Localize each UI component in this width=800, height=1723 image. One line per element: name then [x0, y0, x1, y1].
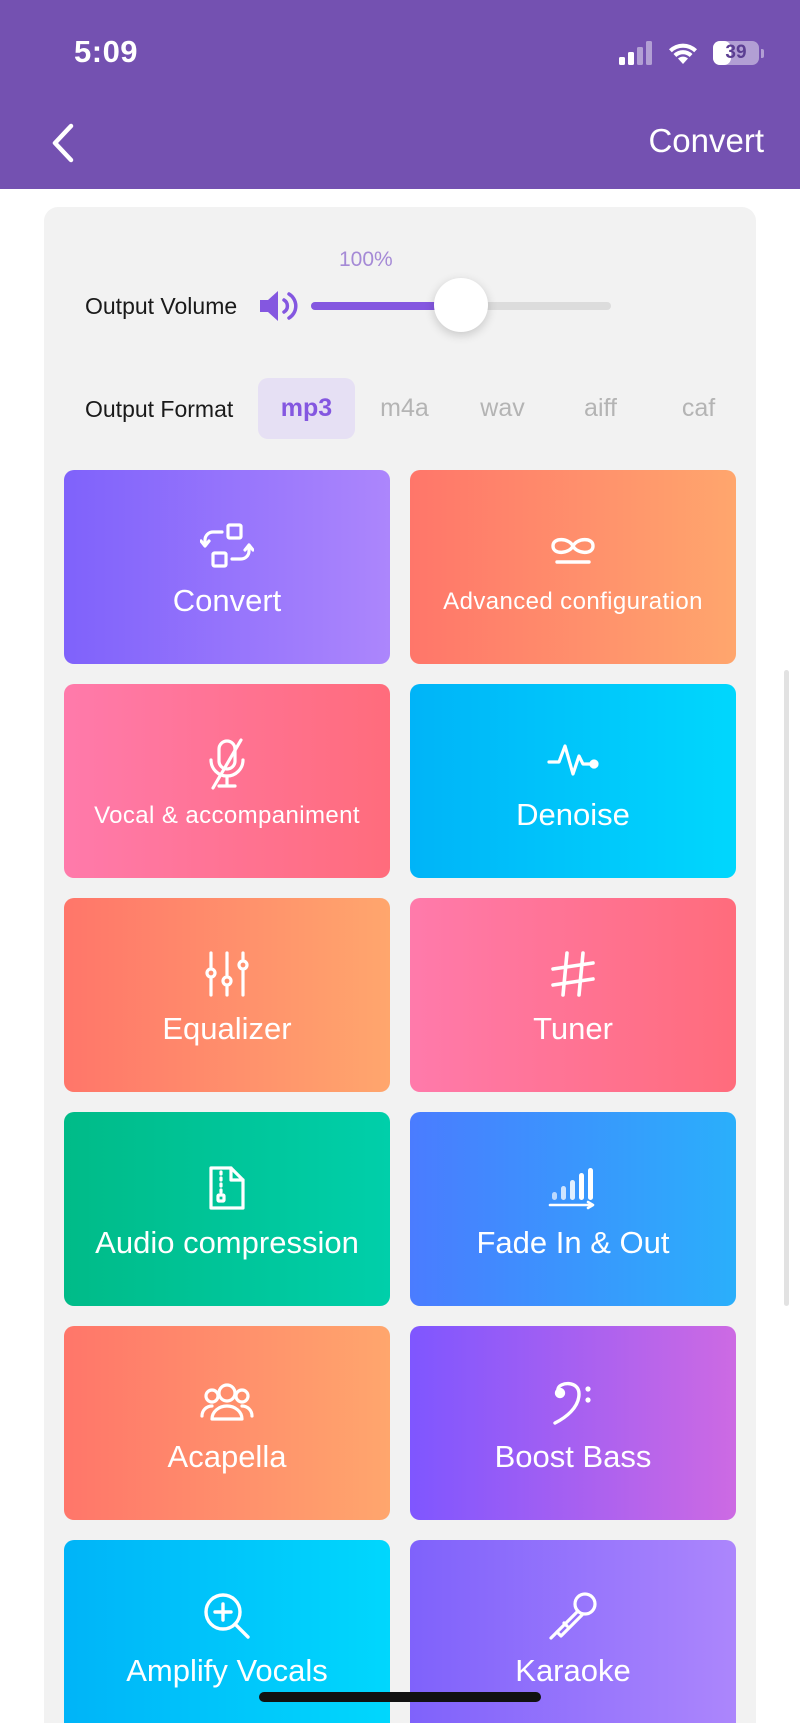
sliders-icon [205, 951, 249, 997]
infinity-icon [551, 537, 595, 564]
tool-tuner[interactable]: Tuner [410, 898, 736, 1092]
tool-acapella[interactable]: Acapella [64, 1326, 390, 1520]
format-option-aiff[interactable]: aiff [552, 378, 649, 439]
output-format-label: Output Format [85, 396, 234, 422]
tool-denoise[interactable]: Denoise [410, 684, 736, 878]
sharp-icon [551, 951, 595, 997]
cellular-signal-icon [619, 41, 652, 65]
tool-title: Audio compression [95, 1225, 359, 1260]
zip-file-icon [209, 1166, 245, 1210]
volume-slider[interactable] [311, 278, 611, 332]
format-option-caf[interactable]: caf [650, 378, 747, 439]
speaker-icon[interactable] [258, 288, 300, 324]
tool-equalizer[interactable]: Equalizer [64, 898, 390, 1092]
tool-title: Equalizer [162, 1011, 292, 1046]
status-time: 5:09 [74, 34, 139, 69]
tool-title: Boost Bass [494, 1439, 652, 1474]
header-bar: 5:09 39 Convert [0, 0, 800, 189]
battery-percent: 39 [725, 42, 747, 63]
battery-icon: 39 [713, 41, 759, 65]
tool-vocal-accompaniment[interactable]: Vocal & accompaniment [64, 684, 390, 878]
karaoke-mic-icon [549, 1592, 597, 1640]
battery-tip [761, 48, 764, 58]
tool-boost-bass[interactable]: Boost Bass [410, 1326, 736, 1520]
bars-icon [548, 1168, 595, 1210]
format-option-mp3[interactable]: mp3 [258, 378, 355, 439]
pulse-icon [547, 744, 599, 776]
mic-off-icon [209, 737, 245, 790]
status-icons: 39 [619, 38, 764, 68]
tool-title: Denoise [516, 797, 630, 832]
format-option-wav[interactable]: wav [454, 378, 551, 439]
tool-title: Karaoke [515, 1653, 631, 1688]
volume-percent: 100% [339, 248, 393, 271]
tool-title: Acapella [167, 1439, 287, 1474]
format-option-m4a[interactable]: m4a [356, 378, 453, 439]
back-button[interactable] [40, 116, 86, 170]
convert-header-button[interactable]: Convert [648, 122, 764, 160]
tool-title: Vocal & accompaniment [94, 801, 360, 829]
zoom-in-icon [204, 1593, 250, 1639]
convert-icon [200, 523, 254, 568]
tools-grid: Convert Advanced configuration Vocal & a… [64, 470, 736, 1723]
tool-title: Tuner [533, 1011, 613, 1046]
output-volume-label: Output Volume [85, 293, 238, 319]
app-screen: 5:09 39 Convert 100% Output Volume Outpu… [0, 0, 800, 1723]
group-icon [200, 1383, 254, 1421]
tool-fade-in-out[interactable]: Fade In & Out [410, 1112, 736, 1306]
chevron-left-icon [52, 123, 74, 163]
tool-convert[interactable]: Convert [64, 470, 390, 664]
volume-slider-thumb[interactable] [434, 278, 488, 332]
tool-advanced-configuration[interactable]: Advanced configuration [410, 470, 736, 664]
format-selector: mp3 m4a wav aiff caf [258, 378, 748, 439]
tool-title: Amplify Vocals [126, 1653, 328, 1688]
tool-title: Fade In & Out [476, 1225, 670, 1260]
tool-title: Convert [172, 583, 282, 618]
home-indicator [259, 1692, 541, 1702]
scrollbar[interactable] [784, 670, 789, 1306]
bass-clef-icon [553, 1381, 591, 1425]
wifi-icon [669, 43, 697, 64]
tool-title: Advanced configuration [443, 587, 703, 615]
tool-audio-compression[interactable]: Audio compression [64, 1112, 390, 1306]
